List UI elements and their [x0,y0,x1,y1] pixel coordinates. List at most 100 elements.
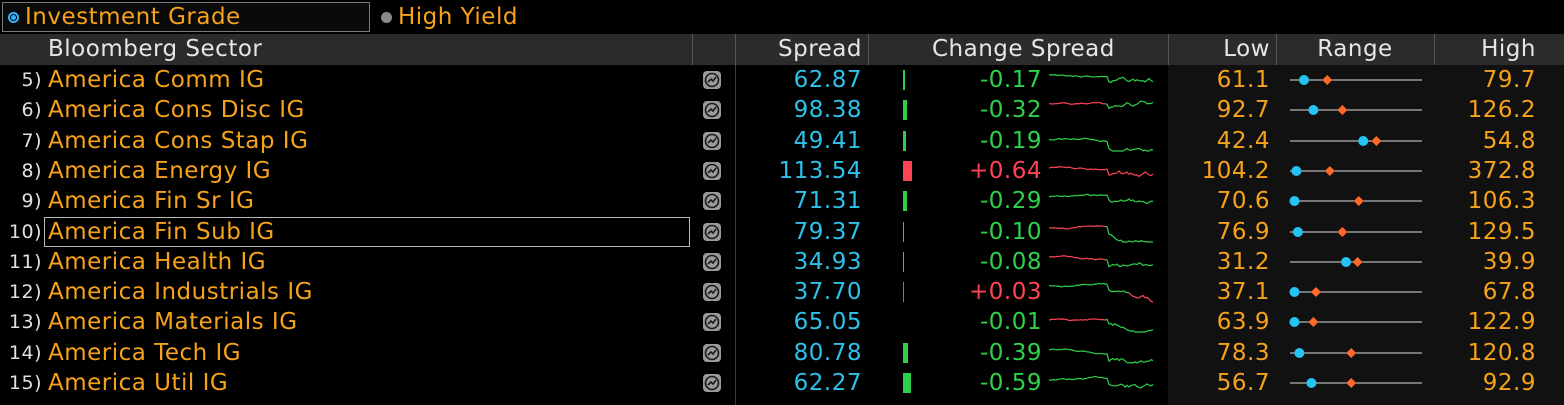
sparkline [1049,318,1154,333]
current-marker [1292,226,1303,237]
row-number: 13) [8,311,42,334]
change-value: -0.17 [979,67,1042,93]
table-row[interactable]: 8) America Energy IG 113.54 +0.64 104.2 372.8 [0,156,1564,186]
high-value: 122.9 [1467,309,1536,336]
high-yield-radio[interactable]: High Yield [376,2,576,32]
sector-name[interactable]: America Util IG [48,368,228,398]
sector-name[interactable]: America Tech IG [48,338,241,368]
change-value: -0.01 [979,309,1042,336]
spread-value: 71.31 [793,188,862,215]
current-marker [1289,287,1300,298]
current-marker [1358,135,1369,146]
high-value: 39.9 [1482,248,1536,275]
spread-value: 113.54 [778,157,862,184]
sparkline-segment [1049,102,1106,106]
table-row[interactable]: 9) America Fin Sr IG 71.31 -0.29 70.6 106.3 [0,186,1564,216]
current-marker [1306,378,1317,388]
sparkline-segment [1049,282,1130,294]
chart-icon[interactable] [703,131,721,150]
range-indicator [1290,256,1422,267]
row-number: 7) [21,129,42,152]
sparkline-segment [1049,318,1106,322]
header-low[interactable]: Low [1170,34,1270,65]
header-sector[interactable]: Bloomberg Sector [48,34,262,65]
range-indicator [1290,135,1422,146]
table-row[interactable]: 7) America Cons Stap IG 49.41 -0.19 42.4 54.8 [0,126,1564,156]
table-header: Bloomberg Sector Spread Change Spread Lo… [0,34,1564,65]
sector-name[interactable]: America Fin Sr IG [48,186,255,216]
chart-icon[interactable] [703,222,721,241]
sector-name[interactable]: America Cons Stap IG [48,126,308,156]
range-indicator [1290,226,1422,237]
spread-value: 80.78 [793,339,862,366]
row-number: 9) [21,190,42,213]
table-row[interactable]: 12) America Industrials IG 37.70 +0.03 37.1 6… [0,277,1564,307]
current-marker [1294,347,1305,358]
chart-icon[interactable] [703,101,721,120]
header-range[interactable]: Range [1276,34,1434,65]
table-row[interactable]: 11) America Health IG 34.93 -0.08 31.2 39.9 [0,247,1564,277]
range-indicator [1290,378,1422,388]
table-row[interactable]: 13) America Materials IG 65.05 -0.01 63.9 122… [0,307,1564,337]
table-row[interactable]: 15) America Util IG 62.27 -0.59 56.7 92.9 [0,368,1564,398]
average-marker [1346,378,1357,388]
low-value: 104.2 [1201,157,1270,184]
investment-grade-label: Investment Grade [25,4,241,30]
low-value: 31.2 [1216,248,1270,275]
range-indicator [1289,196,1422,207]
sparkline-segment [1049,193,1154,205]
sector-name[interactable]: America Health IG [48,247,266,277]
sector-name[interactable]: America Industrials IG [48,277,313,307]
table-row[interactable]: 5) America Comm IG 62.87 -0.17 61.1 79.7 [0,65,1564,95]
low-value: 56.7 [1216,370,1270,396]
sparkline-segment [1104,319,1154,333]
chart-icon[interactable] [703,313,721,332]
radio-selected-icon [8,11,19,23]
sparkline [1049,74,1154,84]
sparkline [1049,282,1154,303]
radio-unselected-icon [381,11,392,23]
high-value: 54.8 [1482,127,1536,154]
current-marker [1289,196,1300,207]
sector-name[interactable]: America Comm IG [48,65,265,95]
table-row[interactable]: 6) America Cons Disc IG 98.38 -0.32 92.7 126.… [0,95,1564,125]
change-value: -0.59 [979,370,1042,396]
chart-icon[interactable] [703,283,721,302]
high-value: 126.2 [1467,97,1536,124]
row-number: 11) [8,250,42,273]
investment-grade-radio[interactable]: Investment Grade [2,2,370,32]
chart-icon[interactable] [703,192,721,211]
chart-icon[interactable] [703,252,721,271]
chart-icon[interactable] [703,71,721,89]
sector-name[interactable]: America Cons Disc IG [48,95,305,125]
chart-icon[interactable] [703,161,721,180]
table-row[interactable]: 14) America Tech IG 80.78 -0.39 78.3 120.8 [0,338,1564,368]
spread-value: 34.93 [793,248,862,275]
change-bar [903,373,911,393]
change-bar [903,282,904,303]
low-value: 78.3 [1216,339,1270,366]
sparkline-segment [1128,292,1154,303]
sparkline [1049,255,1154,268]
row-number: 10) [8,220,42,243]
sparkline-segment [1049,224,1106,230]
change-value: +0.64 [969,157,1042,184]
sparkline-segment [1049,375,1154,389]
change-bar [903,342,908,363]
average-marker [1371,135,1382,146]
range-indicator [1290,347,1422,358]
change-bar [903,70,905,90]
chart-icon[interactable] [703,343,721,362]
header-spread[interactable]: Spread [740,34,862,65]
sparkline-segment [1104,258,1154,268]
sector-name[interactable]: America Materials IG [48,307,298,337]
change-bar [903,191,907,212]
sparkline [1049,193,1154,205]
sector-name[interactable]: America Energy IG [48,156,271,186]
header-change-spread[interactable]: Change Spread [932,34,1115,65]
header-high[interactable]: High [1436,34,1536,65]
spread-value: 37.70 [793,279,862,306]
chart-icon[interactable] [703,374,721,392]
change-bar [903,251,904,272]
selected-row-highlight [44,216,690,247]
